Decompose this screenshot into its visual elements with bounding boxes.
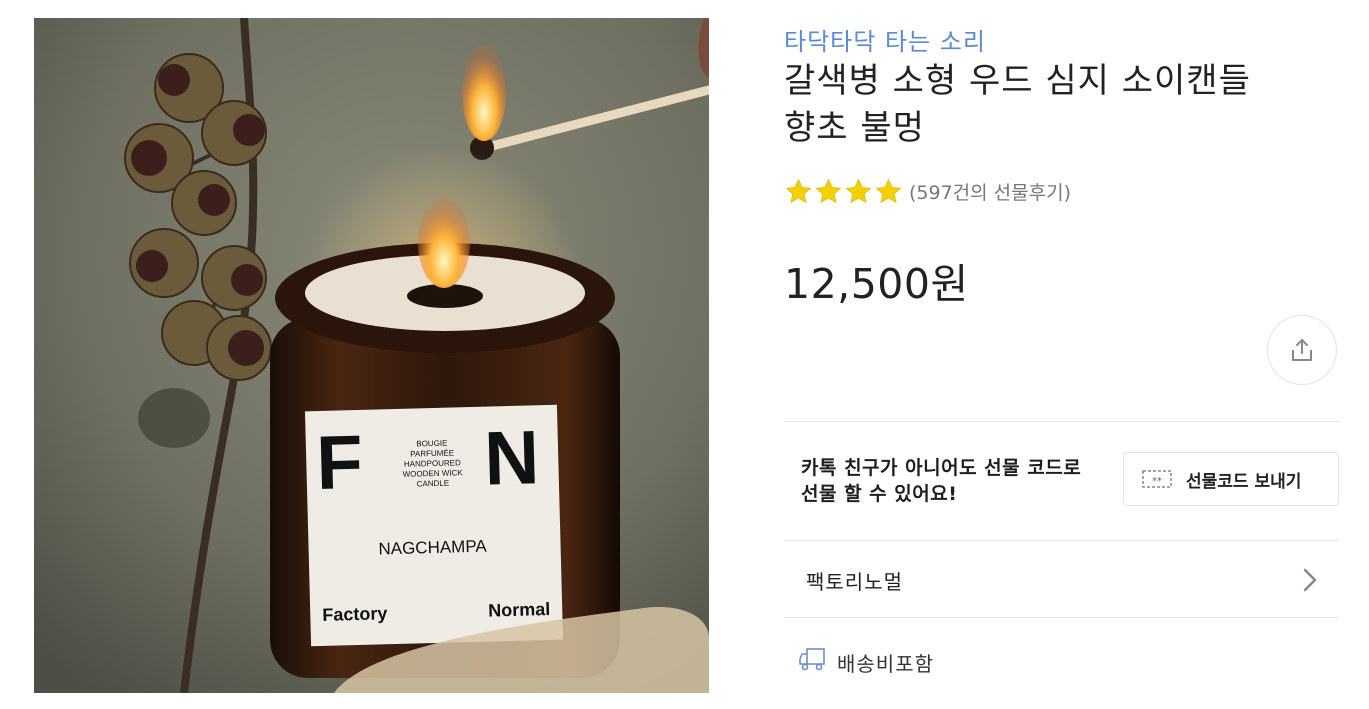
delivery-truck-icon [799,648,825,671]
ticket-icon: ** [1142,470,1172,488]
gift-code-section: 카톡 친구가 아니어도 선물 코드로 선물 할 수 있어요! ** 선물코드 보… [784,422,1339,540]
product-detail-page: F N BOUGIE PARFUMÉE HANDPOURED WOODEN WI… [0,0,1369,709]
review-count[interactable]: (597건의 선물후기) [909,178,1071,205]
svg-text:Normal: Normal [488,599,551,621]
product-title: 갈색병 소형 우드 심지 소이캔들 향초 불멍 [784,58,1324,152]
share-button[interactable] [1267,315,1337,385]
svg-text:HANDPOURED: HANDPOURED [404,458,461,468]
seller-name: 팩토리노멀 [806,570,903,594]
product-price: 12,500원 [784,260,969,308]
gift-text-line2: 선물 할 수 있어요! [801,483,958,505]
svg-text:**: ** [1152,476,1162,487]
shipping-label: 배송비포함 [837,652,934,676]
svg-text:NAGCHAMPA: NAGCHAMPA [378,537,487,559]
shipping-info: 배송비포함 [784,618,1339,698]
rating-stars [784,177,903,206]
brand-link[interactable]: 타닥타닥 타는 소리 [784,22,986,57]
svg-text:N: N [483,415,540,501]
star-icon [815,178,842,203]
rating[interactable]: (597건의 선물후기) [784,176,1071,206]
star-icon [785,178,812,203]
send-gift-code-button[interactable]: ** 선물코드 보내기 [1123,452,1339,506]
svg-text:CANDLE: CANDLE [417,479,450,489]
svg-text:WOODEN WICK: WOODEN WICK [403,468,464,479]
product-image[interactable]: F N BOUGIE PARFUMÉE HANDPOURED WOODEN WI… [34,18,709,693]
product-info-panel: 타닥타닥 타는 소리 갈색병 소형 우드 심지 소이캔들 향초 불멍 (597건… [784,0,1340,709]
svg-text:Factory: Factory [322,603,388,625]
gift-code-description: 카톡 친구가 아니어도 선물 코드로 선물 할 수 있어요! [801,455,1141,507]
svg-text:BOUGIE: BOUGIE [416,439,447,449]
product-title-line2: 향초 불멍 [784,108,925,148]
gift-text-line1: 카톡 친구가 아니어도 선물 코드로 [801,457,1082,479]
star-icon [845,178,872,203]
product-title-line1: 갈색병 소형 우드 심지 소이캔들 [784,61,1251,101]
share-icon [1292,339,1312,361]
svg-text:PARFUMÉE: PARFUMÉE [410,448,454,458]
chevron-right-icon [1303,568,1317,592]
star-icon [875,178,902,203]
send-gift-code-label: 선물코드 보내기 [1186,471,1302,492]
seller-link-row[interactable]: 팩토리노멀 [784,541,1339,617]
svg-text:F: F [315,420,364,506]
